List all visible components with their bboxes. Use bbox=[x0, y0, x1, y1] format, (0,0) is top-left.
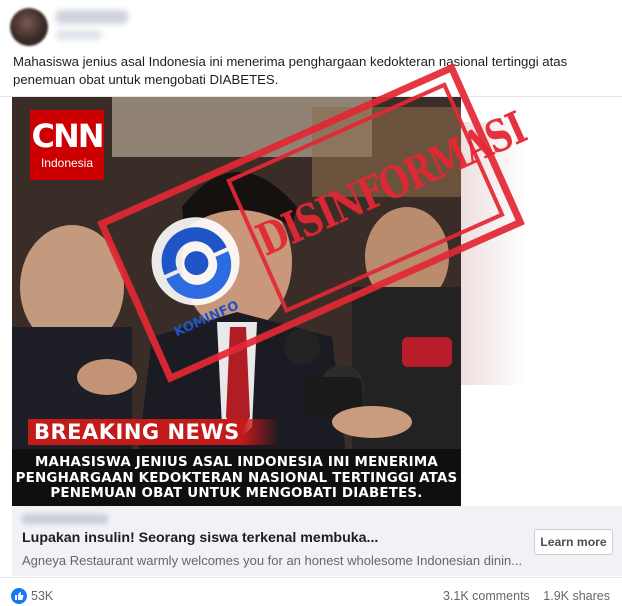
reaction-count: 53K bbox=[31, 589, 54, 603]
caption-line: PENGHARGAAN KEDOKTERAN NASIONAL TERTINGG… bbox=[15, 470, 458, 486]
cnn-indonesia-logo: CNN Indonesia bbox=[30, 110, 105, 180]
thumbs-up-icon bbox=[15, 592, 24, 600]
post-text: Mahasiswa jenius asal Indonesia ini mene… bbox=[13, 54, 568, 87]
breaking-news-banner: BREAKING NEWS bbox=[28, 419, 242, 445]
author-name-blurred[interactable] bbox=[56, 10, 128, 24]
reactions-summary[interactable]: 53K bbox=[11, 588, 53, 604]
shares-count[interactable]: 1.9K shares bbox=[543, 589, 610, 603]
divider bbox=[0, 577, 622, 578]
learn-more-button[interactable]: Learn more bbox=[534, 529, 613, 555]
comments-count[interactable]: 3.1K comments bbox=[443, 589, 530, 603]
post-meta-blurred bbox=[56, 30, 102, 40]
image-caption: MAHASISWA JENIUS ASAL INDONESIA INI MENE… bbox=[12, 449, 461, 506]
like-icon bbox=[11, 588, 27, 604]
engagement-stats: 3.1K comments 1.9K shares bbox=[443, 589, 610, 603]
breaking-news-banner-tail bbox=[242, 419, 280, 445]
link-preview[interactable]: Lupakan insulin! Seorang siswa terkenal … bbox=[12, 506, 622, 576]
link-domain-blurred bbox=[22, 514, 108, 524]
link-description: Agneya Restaurant warmly welcomes you fo… bbox=[22, 553, 523, 568]
caption-line: PENEMUAN OBAT UNTUK MENGOBATI DIABETES. bbox=[50, 486, 423, 501]
post-header bbox=[0, 0, 622, 50]
link-title[interactable]: Lupakan insulin! Seorang siswa terkenal … bbox=[22, 530, 378, 546]
caption-line: MAHASISWA JENIUS ASAL INDONESIA INI MENE… bbox=[35, 455, 438, 470]
author-avatar[interactable] bbox=[10, 8, 48, 46]
